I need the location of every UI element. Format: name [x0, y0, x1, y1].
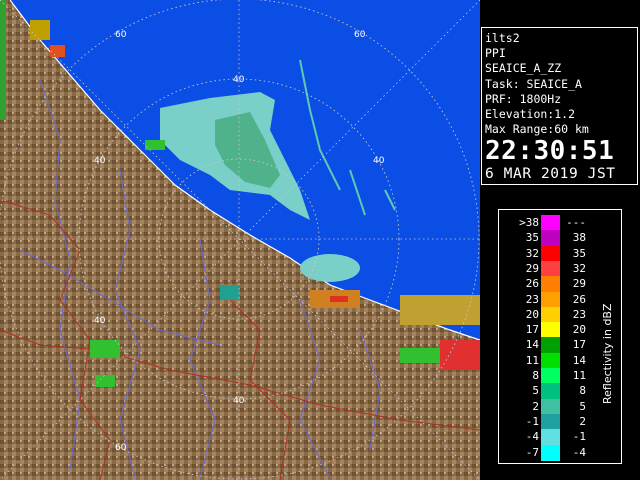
legend-swatch	[541, 383, 560, 400]
legend-upper-value: 14	[572, 353, 586, 367]
legend-swatch	[541, 368, 560, 384]
legend-upper-value: 8	[579, 384, 586, 398]
range-label: 40	[94, 316, 106, 326]
station-name: ilts2	[485, 31, 520, 45]
legend-row: 35 38	[499, 230, 623, 247]
range-label: 60	[115, 30, 127, 40]
legend-swatch	[541, 215, 560, 231]
scan-date: 6 MAR 2019 JST	[485, 166, 616, 183]
legend-upper-value: 23	[572, 307, 586, 321]
legend-lower-value: 17	[525, 323, 539, 337]
legend-upper-value: 29	[572, 277, 586, 291]
legend-upper-value: 26	[572, 292, 586, 306]
elevation-value: Elevation:1.2	[485, 107, 576, 122]
legend-lower-value: -4	[525, 430, 539, 444]
legend-title: Reflectivity in dBZ	[601, 303, 614, 404]
legend-swatch	[541, 429, 560, 446]
legend-swatch	[541, 322, 560, 339]
task-name: Task: SEAICE_A	[485, 76, 582, 91]
legend-swatch	[541, 306, 560, 323]
legend-upper-value: -1	[572, 430, 586, 444]
echo-sea-small	[300, 254, 360, 282]
legend-swatch	[541, 260, 560, 277]
legend-lower-value: 11	[525, 353, 539, 367]
legend-lower-value: 8	[532, 369, 539, 382]
legend-upper-value: 17	[572, 338, 586, 352]
radar-ppi-map: 60 60 40 40 40 40 40 60	[0, 0, 480, 480]
legend-upper-value: 20	[572, 323, 586, 337]
legend-lower-value: 23	[525, 292, 539, 306]
scan-mode: PPI	[485, 46, 506, 61]
legend-lower-value: 2	[532, 399, 539, 413]
legend-row: -1 2	[499, 413, 623, 430]
legend-swatch	[541, 230, 560, 247]
range-label: 60	[115, 443, 127, 453]
legend-row: 29 32	[499, 260, 623, 277]
range-label: 40	[373, 156, 385, 166]
range-label: 40	[233, 396, 245, 406]
legend-swatch	[541, 276, 560, 293]
radar-info-panel: ilts2 PPI SEAICE_A_ZZ Task: SEAICE_A PRF…	[481, 27, 638, 185]
legend-swatch	[541, 352, 560, 369]
range-label: 60	[354, 30, 366, 40]
legend-swatch	[541, 337, 560, 354]
range-label: 40	[94, 156, 106, 166]
legend-upper-value: 35	[572, 246, 586, 260]
legend-row: >38 ---	[499, 215, 623, 231]
prf-value: PRF: 1800Hz	[485, 91, 562, 106]
legend-upper-value: 2	[579, 414, 586, 428]
legend-lower-value: -7	[525, 445, 539, 459]
legend-row: 26 29	[499, 276, 623, 293]
legend-row: -4 -1	[499, 429, 623, 446]
range-label: 40	[233, 75, 245, 85]
legend-row: 32 35	[499, 245, 623, 262]
legend-swatch	[541, 444, 560, 461]
legend-upper-value: 5	[579, 399, 586, 413]
legend-lower-value: 35	[525, 231, 539, 245]
product-name: SEAICE_A_ZZ	[485, 61, 562, 76]
legend-upper-value: 32	[572, 261, 586, 275]
scan-time: 22:30:51	[485, 136, 615, 167]
legend-upper-value: 11	[572, 369, 586, 382]
legend-upper-value: ---	[566, 216, 586, 229]
legend-lower-value: >38	[519, 216, 539, 229]
max-range-value: Max Range:60 km	[485, 122, 589, 137]
legend-swatch	[541, 245, 560, 262]
legend-swatch	[541, 413, 560, 430]
legend-lower-value: -1	[525, 414, 539, 428]
legend-lower-value: 14	[525, 338, 539, 352]
legend-upper-value: -4	[572, 445, 586, 459]
legend-lower-value: 26	[525, 277, 539, 291]
legend-swatch	[541, 291, 560, 308]
legend-swatch	[541, 398, 560, 415]
legend-lower-value: 20	[525, 307, 539, 321]
legend-upper-value: 38	[572, 231, 586, 245]
legend-lower-value: 29	[525, 261, 539, 275]
legend-lower-value: 32	[525, 246, 539, 260]
legend-lower-value: 5	[532, 384, 539, 398]
legend-row: -7 -4	[499, 444, 623, 461]
